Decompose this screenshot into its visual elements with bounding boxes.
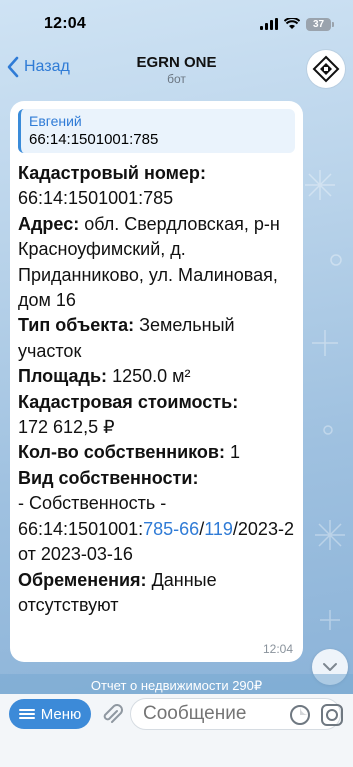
battery-icon: 37 (306, 17, 334, 31)
reply-text: 66:14:1501001:785 (29, 131, 159, 148)
field-label: Обременения (18, 569, 141, 590)
status-icons: 37 (260, 17, 334, 31)
ownership-link-1[interactable]: 785-66 (143, 519, 199, 539)
chevron-left-icon (7, 56, 19, 78)
ownership-link-2[interactable]: 119 (204, 519, 233, 539)
diamond-logo-icon (312, 55, 340, 83)
message-text: Кадастровый номер: 66:14:1501001:785 Адр… (18, 163, 294, 615)
input-bar: Меню (0, 694, 353, 767)
menu-button[interactable]: Меню (9, 699, 91, 729)
message-bubble: Евгений 66:14:1501001:785 Кадастровый но… (10, 101, 303, 662)
chat-subtitle: бот (167, 72, 186, 86)
wifi-icon (284, 18, 300, 29)
attach-icon[interactable] (101, 702, 123, 728)
back-label: Назад (24, 58, 70, 75)
menu-lines-icon (18, 709, 35, 719)
chat-title-block[interactable]: EGRN ONE бот (136, 54, 216, 86)
sticker-icon[interactable] (289, 704, 311, 726)
chat-header: Назад EGRN ONE бот (0, 48, 353, 92)
field-label: Кол-во собственников (18, 442, 219, 463)
back-button[interactable]: Назад (6, 56, 70, 78)
field-value: 172 612,5 ₽ (18, 417, 115, 438)
field-value: 66:14:1501001:785 (18, 188, 174, 209)
field-label: Кадастровая стоимость (18, 391, 233, 412)
field-label: Тип объекта (18, 315, 129, 336)
chat-title: EGRN ONE (136, 54, 217, 71)
chevron-down-icon (323, 663, 337, 671)
signal-icon (260, 18, 278, 30)
field-label: Вид собственности (18, 467, 193, 488)
message-time: 12:04 (262, 642, 293, 656)
reply-author: Евгений (29, 113, 82, 129)
field-label: Адрес (18, 213, 74, 234)
status-bar: 12:04 37 (0, 0, 353, 48)
bot-avatar[interactable] (307, 50, 345, 88)
reply-quote[interactable]: Евгений 66:14:1501001:785 (18, 109, 295, 153)
field-value: 1 (230, 442, 241, 463)
field-value: 1250.0 м² (112, 366, 191, 387)
field-label: Кадастровый номер (18, 163, 200, 183)
field-label: Площадь (18, 366, 102, 387)
menu-label: Меню (40, 705, 82, 723)
status-time: 12:04 (44, 15, 86, 32)
camera-icon[interactable] (320, 703, 344, 727)
